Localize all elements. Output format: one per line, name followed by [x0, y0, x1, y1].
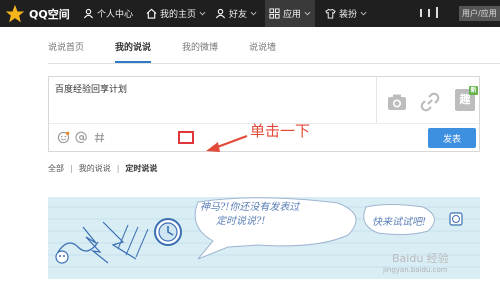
scheduled-post-button[interactable]	[178, 131, 194, 144]
publish-button[interactable]: 发表	[428, 128, 476, 148]
apps-grid-icon	[269, 8, 280, 19]
signal-bars-icon[interactable]	[420, 7, 438, 18]
filter-all[interactable]: 全部	[48, 163, 64, 174]
post-text-input[interactable]: 百度经验回享计划	[49, 77, 377, 123]
home-icon	[146, 8, 157, 19]
watermark-url: jingyan.baidu.com	[383, 266, 448, 274]
friends-icon	[215, 8, 226, 19]
click-here-annotation: 单击一下	[205, 120, 355, 160]
tab-shuoshuo-wall[interactable]: 说说墙	[249, 40, 276, 53]
nav-decorate[interactable]: 装扮	[325, 0, 367, 27]
user-icon	[83, 8, 94, 19]
chevron-down-icon	[304, 11, 311, 16]
watermark-text: Baidu 经验	[392, 252, 449, 265]
nav-label: 好友	[229, 10, 248, 20]
nav-label: 应用	[283, 10, 302, 20]
top-navbar: QQ空间 个人中心 我的主页 好友 应用 装扮 用户/应用	[0, 0, 500, 27]
filter-my-shuoshuo[interactable]: 我的说说	[79, 163, 111, 174]
filter-divider: |	[116, 164, 120, 173]
tab-my-shuoshuo[interactable]: 我的说说	[115, 40, 152, 63]
emoji-icon[interactable]	[57, 131, 70, 144]
try-it-link[interactable]: 快来试试吧!	[372, 213, 426, 228]
new-badge: 新	[469, 86, 478, 95]
shuoshuo-tabs: 说说首页 我的说说 我的微博 说说墙	[48, 38, 500, 64]
nav-friends[interactable]: 好友	[215, 0, 257, 27]
chevron-down-icon	[360, 11, 367, 16]
chevron-down-icon	[199, 11, 206, 16]
qzone-logo[interactable]: QQ空间	[5, 3, 70, 24]
user-menu[interactable]: 用户/应用	[459, 6, 500, 21]
shuoshuo-filter: 全部 | 我的说说 | 定时说说	[48, 163, 157, 174]
filter-divider: |	[70, 164, 73, 173]
empty-line1: 神马?!你还没有发表过	[200, 202, 300, 213]
nav-personal-center[interactable]: 个人中心	[83, 0, 133, 27]
fun-addon-button[interactable]: 趣 新	[455, 86, 478, 111]
star-logo-icon	[5, 4, 25, 22]
nav-label: 个人中心	[97, 10, 134, 20]
nav-my-homepage[interactable]: 我的主页	[146, 0, 206, 27]
nav-label: 装扮	[339, 10, 358, 20]
hashtag-icon[interactable]	[93, 131, 106, 144]
annotation-text: 单击一下	[250, 122, 311, 140]
nav-label: 我的主页	[160, 10, 197, 20]
filter-scheduled[interactable]: 定时说说	[125, 163, 157, 174]
empty-state-message: 神马?!你还没有发表过 定时说说?!	[200, 201, 299, 229]
camera-icon[interactable]	[386, 91, 408, 113]
nav-apps[interactable]: 应用	[265, 0, 316, 27]
tab-shuoshuo-home[interactable]: 说说首页	[48, 40, 84, 53]
at-mention-icon[interactable]	[75, 131, 88, 144]
tab-my-weibo[interactable]: 我的微博	[182, 40, 218, 53]
brand-name: QQ空间	[29, 7, 70, 21]
empty-line2: 定时说说?!	[216, 216, 266, 227]
link-icon[interactable]	[419, 91, 441, 113]
shirt-icon	[325, 8, 336, 19]
chevron-down-icon	[250, 11, 257, 16]
